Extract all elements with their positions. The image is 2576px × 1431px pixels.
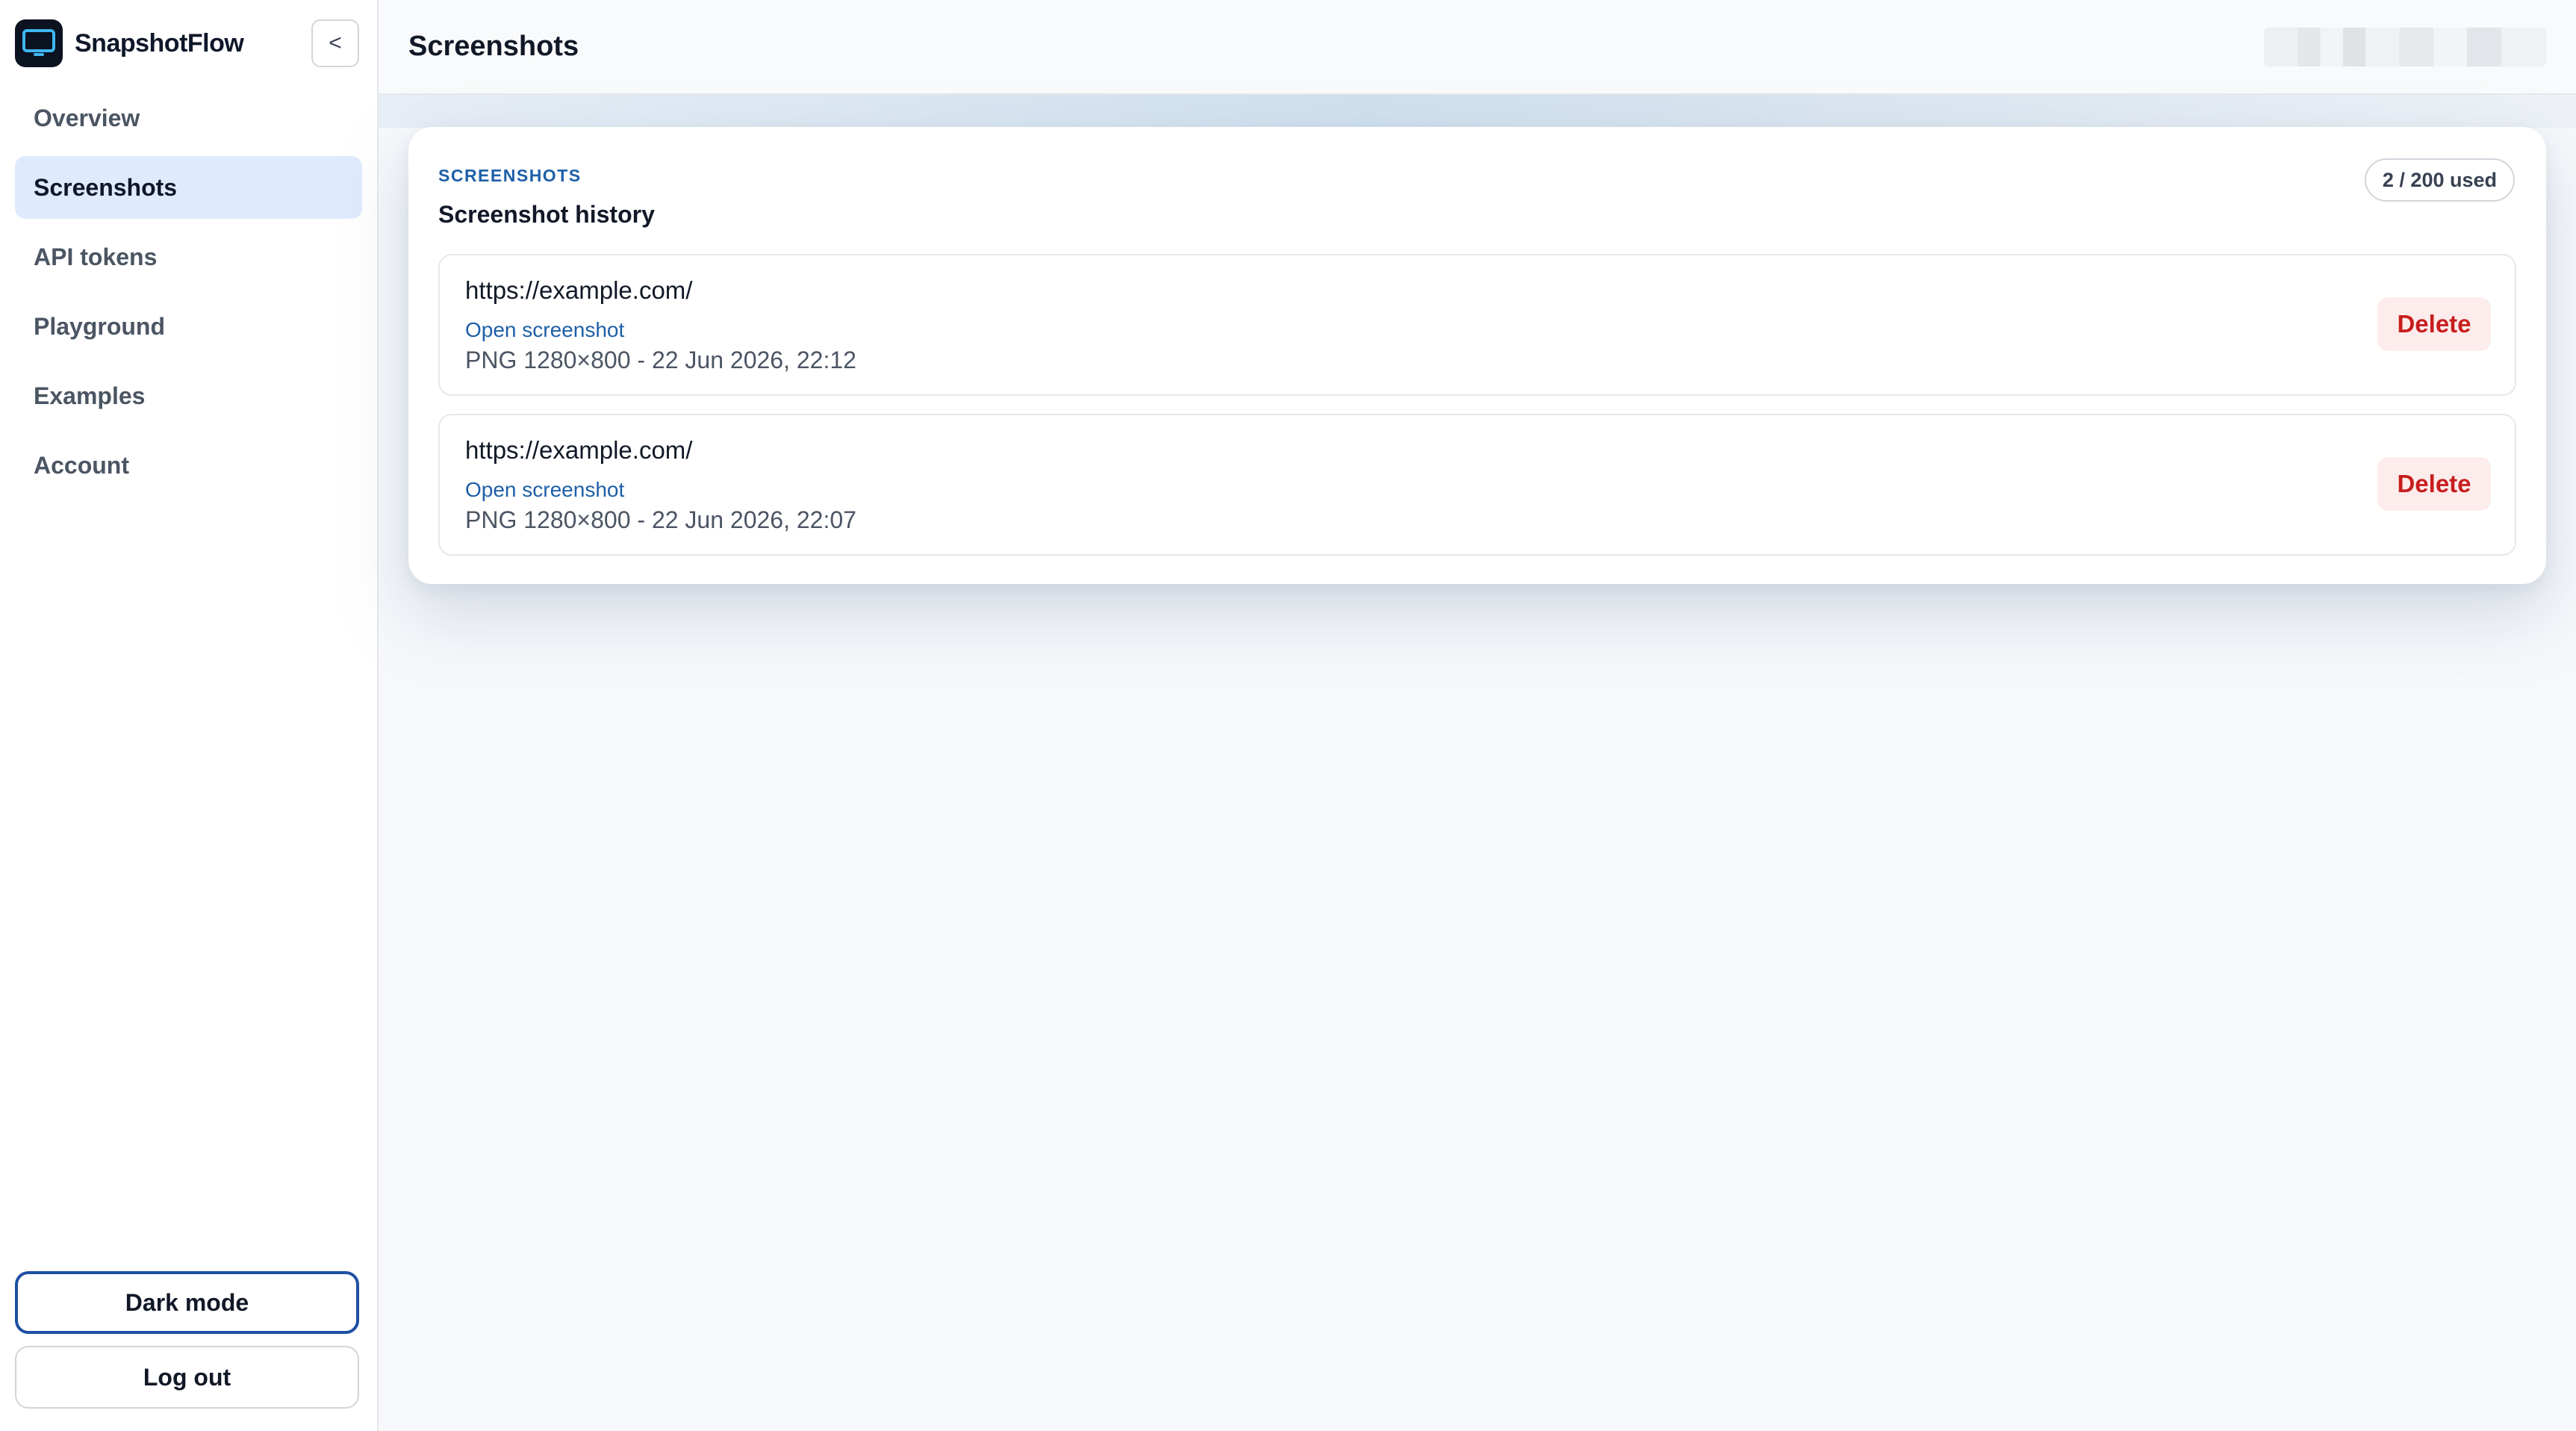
list-item: https://example.com/ Open screenshot PNG… <box>438 414 2516 556</box>
screenshot-url: https://example.com/ <box>465 276 693 304</box>
monitor-icon <box>15 19 63 67</box>
main-content: Screenshots SCREENSHOTS Screenshot histo… <box>379 0 2576 1431</box>
brand-name: SnapshotFlow <box>75 28 244 58</box>
screenshot-url: https://example.com/ <box>465 436 693 464</box>
sidebar-item-api-tokens[interactable]: API tokens <box>15 226 362 288</box>
app-shell: SnapshotFlow < Overview Screenshots API … <box>0 0 2576 1431</box>
header-glow <box>379 95 2576 128</box>
screenshot-history-card: SCREENSHOTS Screenshot history 2 / 200 u… <box>408 127 2546 584</box>
sidebar-nav: Overview Screenshots API tokens Playgrou… <box>0 87 377 503</box>
card-eyebrow: SCREENSHOTS <box>438 166 582 185</box>
logout-button[interactable]: Log out <box>15 1346 359 1409</box>
delete-button[interactable]: Delete <box>2377 457 2491 511</box>
brand: SnapshotFlow < <box>0 0 377 87</box>
list-item: https://example.com/ Open screenshot PNG… <box>438 254 2516 396</box>
dark-mode-button[interactable]: Dark mode <box>15 1271 359 1334</box>
screenshot-meta: PNG 1280×800 - 22 Jun 2026, 22:12 <box>465 347 856 373</box>
collapse-sidebar-button[interactable]: < <box>311 19 359 67</box>
sidebar-footer: Dark mode Log out <box>15 1271 359 1409</box>
open-screenshot-link[interactable]: Open screenshot <box>465 318 2489 342</box>
open-screenshot-link[interactable]: Open screenshot <box>465 478 2489 502</box>
sidebar-item-playground[interactable]: Playground <box>15 295 362 358</box>
sidebar-item-account[interactable]: Account <box>15 434 362 497</box>
sidebar: SnapshotFlow < Overview Screenshots API … <box>0 0 379 1431</box>
delete-button[interactable]: Delete <box>2377 297 2491 351</box>
card-title: Screenshot history <box>438 201 655 228</box>
user-menu-redacted[interactable] <box>2264 27 2546 66</box>
screenshot-meta: PNG 1280×800 - 22 Jun 2026, 22:07 <box>465 506 856 533</box>
sidebar-item-screenshots[interactable]: Screenshots <box>15 156 362 219</box>
usage-badge: 2 / 200 used <box>2364 158 2515 202</box>
sidebar-item-examples[interactable]: Examples <box>15 364 362 427</box>
sidebar-item-overview[interactable]: Overview <box>15 87 362 149</box>
page-title: Screenshots <box>408 31 579 62</box>
topbar: Screenshots <box>379 0 2576 95</box>
